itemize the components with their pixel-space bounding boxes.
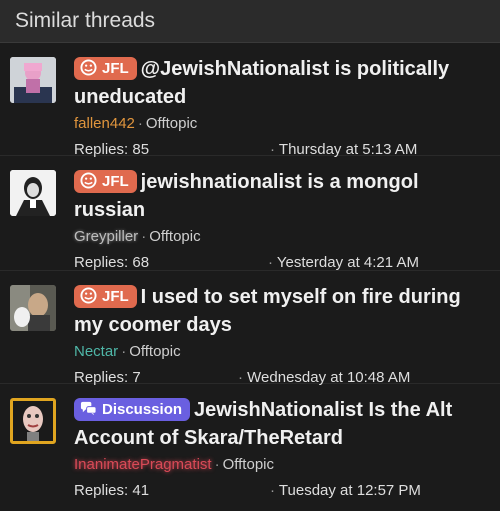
- reply-count: Replies: 68: [74, 254, 150, 271]
- emoji-icon: [80, 287, 97, 304]
- thread-meta: Greypiller · Offtopic: [74, 228, 201, 245]
- emoji-icon: [80, 172, 97, 189]
- thread-forum[interactable]: Offtopic: [149, 228, 200, 245]
- thread-title[interactable]: JFL @JewishNationalist is politically un…: [74, 55, 492, 111]
- thread-meta: Nectar · Offtopic: [74, 343, 181, 360]
- prefix-badge-discussion: Discussion: [74, 398, 191, 421]
- last-post-date[interactable]: · Tuesday at 12:57 PM: [270, 482, 421, 499]
- chat-bubbles-icon: [80, 401, 97, 416]
- thread-forum[interactable]: Offtopic: [146, 115, 197, 132]
- thread-title[interactable]: JFL I used to set myself on fire during …: [74, 283, 492, 339]
- thread-meta: InanimatePragmatist · Offtopic: [74, 456, 274, 473]
- last-post-date[interactable]: · Yesterday at 4:21 AM: [268, 254, 419, 271]
- thread-forum[interactable]: Offtopic: [129, 343, 180, 360]
- badge-label: JFL: [102, 60, 129, 77]
- prefix-badge-jfl: JFL: [74, 170, 137, 193]
- thread-item[interactable]: JFL jewishnationalist is a mongol russia…: [0, 156, 500, 271]
- thread-author[interactable]: fallen442: [74, 115, 135, 132]
- thread-item[interactable]: JFL @JewishNationalist is politically un…: [0, 43, 500, 158]
- thread-meta: fallen442 · Offtopic: [74, 115, 198, 132]
- reply-count: Replies: 41: [74, 482, 150, 499]
- avatar[interactable]: [10, 170, 56, 216]
- thread-stats: Replies: 68 · Yesterday at 4:21 AM: [74, 254, 492, 271]
- thread-author[interactable]: Nectar: [74, 343, 118, 360]
- badge-label: JFL: [102, 173, 129, 190]
- thread-title[interactable]: JFL jewishnationalist is a mongol russia…: [74, 168, 492, 224]
- badge-label: Discussion: [102, 401, 183, 418]
- thread-item[interactable]: JFL I used to set myself on fire during …: [0, 271, 500, 386]
- section-header: Similar threads: [0, 0, 500, 43]
- emoji-icon: [80, 59, 97, 76]
- last-post-date-text: Tuesday at 12:57 PM: [278, 482, 421, 499]
- thread-stats: Replies: 41 · Tuesday at 12:57 PM: [74, 482, 492, 499]
- last-post-date-text: Yesterday at 4:21 AM: [276, 254, 419, 271]
- thread-forum[interactable]: Offtopic: [223, 456, 274, 473]
- thread-author[interactable]: Greypiller: [74, 228, 138, 245]
- prefix-badge-jfl: JFL: [74, 285, 137, 308]
- section-title: Similar threads: [15, 9, 156, 32]
- avatar[interactable]: [10, 57, 56, 103]
- thread-item[interactable]: Discussion JewishNationalist Is the Alt …: [0, 384, 500, 499]
- thread-title[interactable]: Discussion JewishNationalist Is the Alt …: [74, 396, 492, 452]
- prefix-badge-jfl: JFL: [74, 57, 137, 80]
- thread-author[interactable]: InanimatePragmatist: [74, 456, 212, 473]
- avatar[interactable]: [10, 398, 56, 444]
- badge-label: JFL: [102, 288, 129, 305]
- avatar[interactable]: [10, 285, 56, 331]
